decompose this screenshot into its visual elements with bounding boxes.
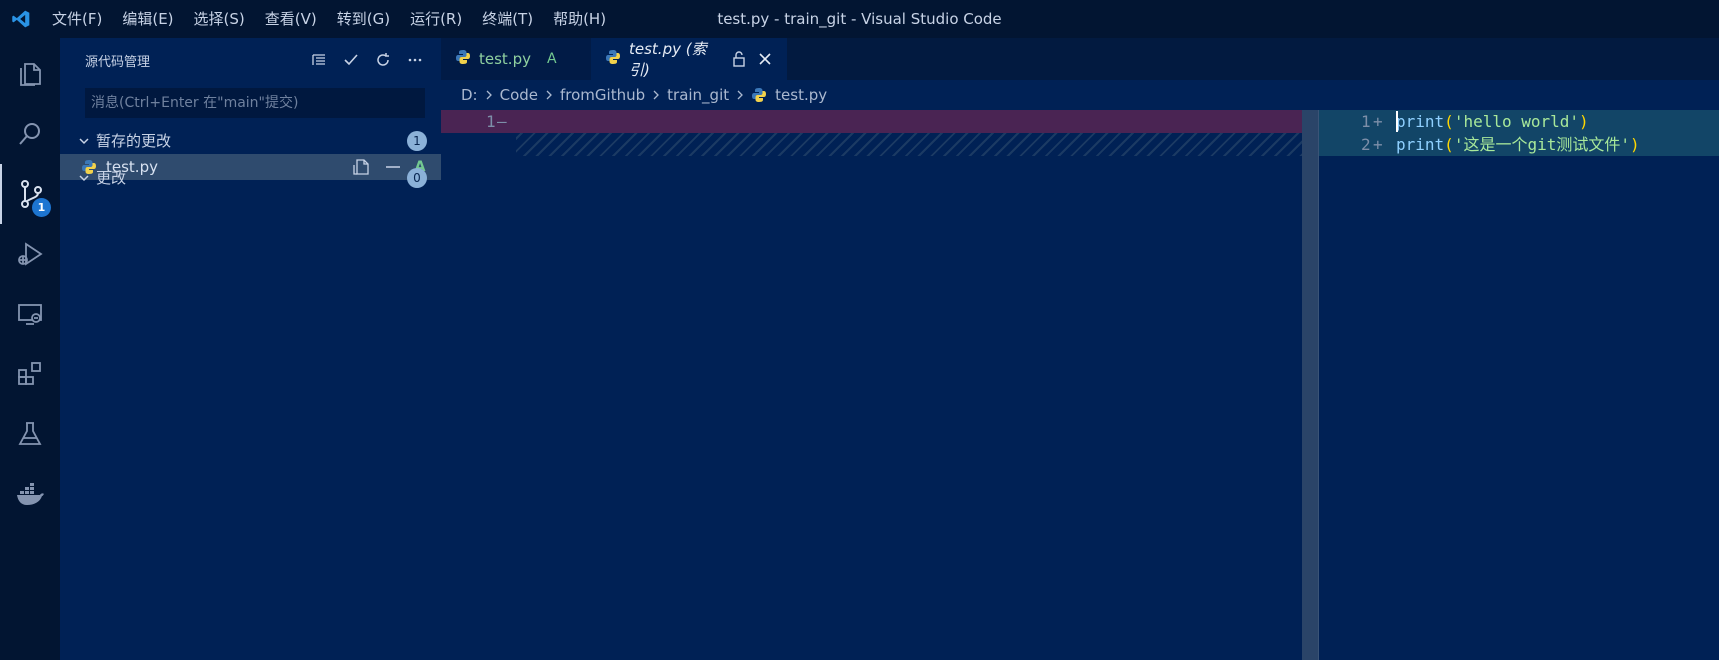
python-file-icon [455, 49, 471, 69]
search-icon[interactable] [0, 104, 60, 164]
line-number: 1 [486, 112, 496, 131]
more-actions-icon[interactable] [403, 48, 427, 72]
remote-explorer-icon[interactable] [0, 284, 60, 344]
run-debug-icon[interactable] [0, 224, 60, 284]
breadcrumb-item[interactable]: test.py [775, 86, 827, 104]
view-as-tree-icon[interactable] [307, 48, 331, 72]
source-control-icon[interactable]: 1 [0, 164, 60, 224]
title-bar: 文件(F) 编辑(E) 选择(S) 查看(V) 转到(G) 运行(R) 终端(T… [0, 0, 1719, 38]
menu-terminal[interactable]: 终端(T) [472, 0, 543, 38]
breadcrumb-item[interactable]: train_git [667, 86, 729, 104]
commit-message-input[interactable] [85, 88, 425, 118]
menu-selection[interactable]: 选择(S) [184, 0, 255, 38]
source-control-sidebar: 源代码管理 暂存的更改 1 test.py [60, 38, 441, 660]
chevron-down-icon [72, 164, 96, 191]
staged-changes-label: 暂存的更改 [96, 132, 172, 150]
menu-help[interactable]: 帮助(H) [543, 0, 616, 38]
editor-tab-bar: test.py A test.py (索引) [441, 38, 1719, 80]
chevron-right-icon [735, 89, 745, 101]
menu-run[interactable]: 运行(R) [400, 0, 472, 38]
line-number: 2 [1361, 135, 1371, 154]
python-file-icon [605, 49, 621, 69]
breadcrumb-item[interactable]: Code [500, 86, 538, 104]
menu-view[interactable]: 查看(V) [255, 0, 327, 38]
code-line: print('这是一个git测试文件') [1396, 135, 1640, 154]
sidebar-header: 源代码管理 [60, 38, 441, 82]
menu-edit[interactable]: 编辑(E) [112, 0, 183, 38]
scrollbar[interactable] [1302, 110, 1318, 660]
tab-test-py[interactable]: test.py A [441, 38, 591, 80]
explorer-icon[interactable] [0, 44, 60, 104]
code-line: print('hello world') [1396, 112, 1589, 131]
sidebar-title: 源代码管理 [85, 54, 151, 70]
extensions-icon[interactable] [0, 344, 60, 404]
close-icon[interactable] [756, 50, 773, 68]
menu-go[interactable]: 转到(G) [327, 0, 400, 38]
lock-icon[interactable] [731, 50, 746, 68]
staged-count-badge: 1 [407, 131, 427, 151]
testing-icon[interactable] [0, 404, 60, 464]
changes-section[interactable]: 更改 0 [60, 164, 441, 191]
chevron-right-icon [544, 89, 554, 101]
tab-status-added: A [546, 51, 557, 67]
changes-count-badge: 0 [407, 168, 427, 188]
original-pane[interactable]: 1 — [441, 110, 1302, 660]
chevron-right-icon [484, 89, 494, 101]
removed-line-highlight [441, 110, 1302, 133]
modified-pane[interactable]: 1 + print('hello world') 2 + print('这是一个… [1319, 110, 1719, 660]
diff-marker: — [497, 112, 507, 131]
diff-marker: + [1373, 112, 1383, 131]
vscode-logo-icon[interactable] [0, 0, 42, 38]
sidebar-actions [307, 38, 427, 82]
diff-editor: 1 — 1 + print('hello world') 2 + print('… [441, 110, 1719, 660]
staged-changes-section[interactable]: 暂存的更改 1 [60, 127, 441, 154]
breadcrumb-item[interactable]: D: [461, 86, 478, 104]
line-number: 1 [1361, 112, 1371, 131]
chevron-right-icon [651, 89, 661, 101]
tab-label: test.py [479, 50, 531, 68]
docker-icon[interactable] [0, 464, 60, 524]
activity-bar: 1 [0, 38, 60, 660]
menu-file[interactable]: 文件(F) [42, 0, 112, 38]
changes-label: 更改 [96, 169, 127, 187]
text-cursor [1396, 111, 1398, 132]
menu-bar: 文件(F) 编辑(E) 选择(S) 查看(V) 转到(G) 运行(R) 终端(T… [42, 0, 616, 38]
source-control-badge: 1 [32, 198, 51, 217]
diff-marker: + [1373, 135, 1383, 154]
diff-filler-hatch [516, 133, 1302, 156]
commit-check-icon[interactable] [339, 48, 363, 72]
breadcrumb: D: Code fromGithub train_git test.py [441, 80, 1719, 110]
chevron-down-icon [72, 127, 96, 154]
refresh-icon[interactable] [371, 48, 395, 72]
tab-label: test.py (索引) [629, 40, 707, 79]
python-file-icon [751, 87, 767, 103]
breadcrumb-item[interactable]: fromGithub [560, 86, 645, 104]
tab-test-py-index[interactable]: test.py (索引) [591, 38, 787, 80]
